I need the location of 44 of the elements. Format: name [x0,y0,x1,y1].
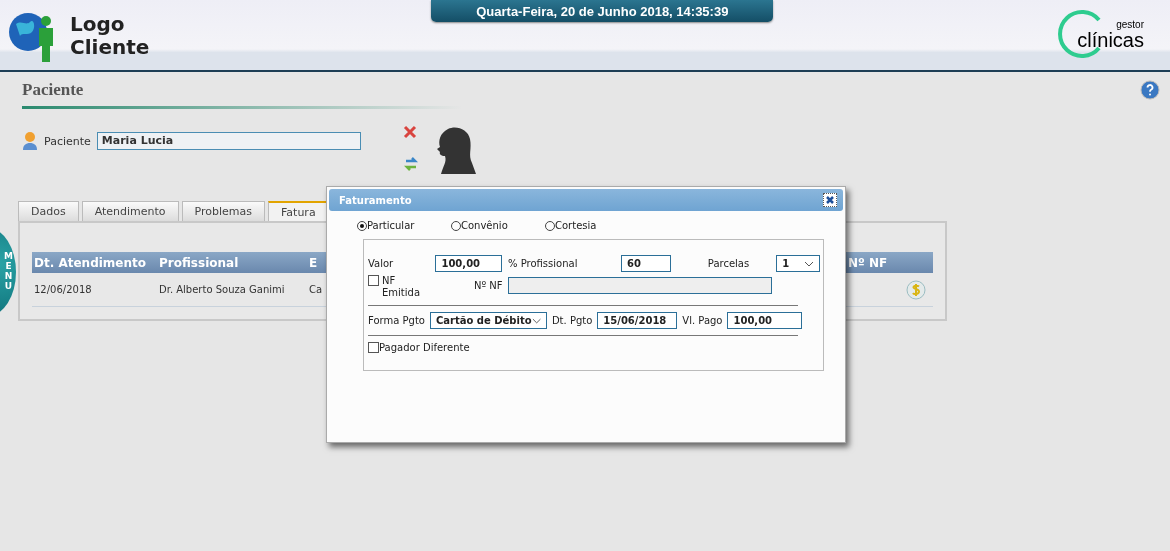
logo-text: Logo Cliente [70,13,150,59]
field-label: Nº NF [474,280,504,291]
tab[interactable]: Atendimento [81,201,179,221]
column-header: E [309,255,318,270]
refresh-icon[interactable] [402,155,419,173]
column-header: Dt. Atendimento [34,255,146,270]
page-title: Paciente [22,80,84,100]
field-label: Parcelas [707,258,751,269]
tab[interactable]: Fatura [268,201,329,221]
tab[interactable]: Problemas [181,201,266,221]
chevron-down-icon [531,317,541,324]
brand-subtitle: gestor [1116,18,1144,30]
date-field[interactable]: 15/06/2018 [597,312,678,329]
column-header: Nº NF [847,255,888,270]
user-icon [22,131,38,151]
table-cell: 12/06/2018 [34,284,92,295]
paid-value-field[interactable]: 100,00 [727,312,803,329]
installments-select[interactable]: 1 [776,255,820,272]
close-button[interactable] [823,193,837,207]
field-label: % Profissional [508,258,579,269]
table-cell: Dr. Alberto Souza Ganimi [159,284,285,295]
patient-label: Paciente [44,134,91,148]
dialog-title: Faturamento [339,194,412,206]
table-cell: Ca [309,284,323,295]
column-header: Profissional [159,255,239,270]
close-icon[interactable] [402,125,417,139]
payment-type-radio[interactable]: Particular [357,220,451,231]
field-label: Valor [368,258,395,269]
field-label: Vl. Pago [682,315,723,326]
help-icon[interactable] [1140,80,1160,100]
payment-type-radio[interactable]: Cortesia [545,220,639,231]
payment-method-select[interactable]: Cartão de Débito [429,312,547,329]
nf-checkbox[interactable]: NF Emitida [368,275,474,299]
date-time-bar: Quarta-Feira, 20 de Junho 2018, 14:35:39 [431,0,774,22]
patient-field[interactable]: Maria Lucia [96,132,361,150]
brand-name: clínicas [1077,29,1144,50]
tab[interactable]: Dados [18,201,79,221]
value-field[interactable]: 100,00 [435,255,502,272]
field-label: Forma Pgto [368,315,425,326]
field-label: Dt. Pgto [551,315,593,326]
chevron-down-icon [804,260,814,267]
different-payer-checkbox[interactable]: Pagador Diferente [368,342,820,353]
payment-type-radio[interactable]: Convênio [451,220,545,231]
percent-field[interactable]: 60 [621,255,671,272]
